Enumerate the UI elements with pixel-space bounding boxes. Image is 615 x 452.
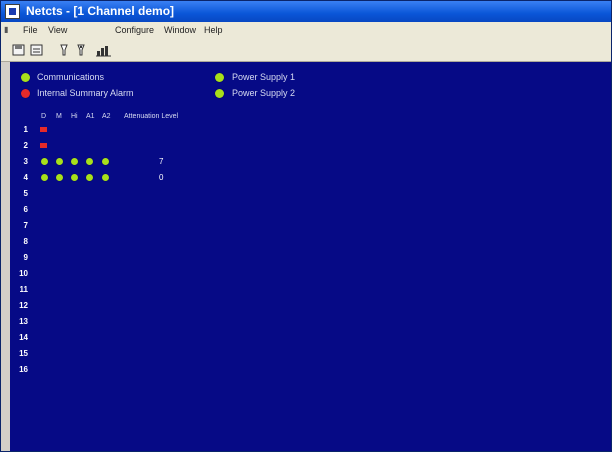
app-icon[interactable] — [5, 4, 20, 19]
power-supply-1-led — [215, 73, 224, 82]
power-supply-2-led — [215, 89, 224, 98]
row-number: 16 — [19, 365, 28, 374]
internal-summary-alarm-led — [21, 89, 30, 98]
save-icon[interactable] — [12, 43, 26, 57]
row-number: 13 — [19, 317, 28, 326]
row-3-attenuation-value: 7 — [159, 157, 164, 166]
row-number: 1 — [23, 125, 28, 134]
row-3-d-led — [41, 158, 48, 165]
chart-icon[interactable] — [96, 43, 111, 57]
row-4-d-led — [41, 174, 48, 181]
row-number: 8 — [23, 237, 28, 246]
row-1-alarm-marker — [40, 127, 47, 132]
column-header-d: D — [41, 113, 47, 120]
communications-label: Communications — [37, 72, 105, 82]
menu-configure[interactable]: Configure — [115, 25, 154, 35]
row-number: 14 — [19, 333, 28, 342]
column-header-a1: A1 — [86, 113, 95, 120]
row-number: 5 — [23, 189, 28, 198]
window-title: Netcts - [1 Channel demo] — [26, 4, 175, 18]
row-number: 9 — [23, 253, 28, 262]
column-header-m: M — [56, 113, 62, 120]
row-number: 11 — [19, 285, 28, 294]
communications-led — [21, 73, 30, 82]
row-3-hi-led — [71, 158, 78, 165]
column-header-a2: A2 — [102, 113, 111, 120]
internal-summary-alarm-label: Internal Summary Alarm — [37, 88, 134, 98]
probe-icon[interactable] — [57, 43, 71, 57]
row-number: 15 — [19, 349, 28, 358]
row-3-a1-led — [86, 158, 93, 165]
menu-help[interactable]: Help — [204, 25, 223, 35]
row-3-m-led — [56, 158, 63, 165]
row-3-a2-led — [102, 158, 109, 165]
row-4-a1-led — [86, 174, 93, 181]
menu-file[interactable]: File — [23, 25, 38, 35]
row-4-a2-led — [102, 174, 109, 181]
menu-view[interactable]: View — [48, 25, 67, 35]
menu-window[interactable]: Window — [164, 25, 196, 35]
menu-bar: ▮ File View Configure Window Help — [1, 22, 611, 40]
row-4-hi-led — [71, 174, 78, 181]
row-2-alarm-marker — [40, 143, 47, 148]
row-number: 12 — [19, 301, 28, 310]
title-bar[interactable]: Netcts - [1 Channel demo] — [1, 1, 611, 22]
row-number: 3 — [23, 157, 28, 166]
row-number: 7 — [23, 221, 28, 230]
toolbar — [1, 40, 611, 62]
row-4-attenuation-value: 0 — [159, 173, 164, 182]
probe-alt-icon[interactable] — [74, 43, 88, 57]
open-icon[interactable] — [30, 43, 44, 57]
row-4-m-led — [56, 174, 63, 181]
row-number: 2 — [23, 141, 28, 150]
row-number: 4 — [23, 173, 28, 182]
column-header-hi: Hi — [71, 113, 78, 120]
row-number: 10 — [19, 269, 28, 278]
column-header-attenuation-level: Attenuation Level — [124, 113, 179, 120]
monitor-canvas: Communications Internal Summary Alarm Po… — [10, 62, 611, 451]
power-supply-1-label: Power Supply 1 — [232, 72, 296, 82]
document-icon[interactable]: ▮ — [4, 25, 15, 36]
row-number: 6 — [23, 205, 28, 214]
power-supply-2-label: Power Supply 2 — [232, 88, 296, 98]
app-window: Netcts - [1 Channel demo] ▮ File View Co… — [0, 0, 612, 452]
